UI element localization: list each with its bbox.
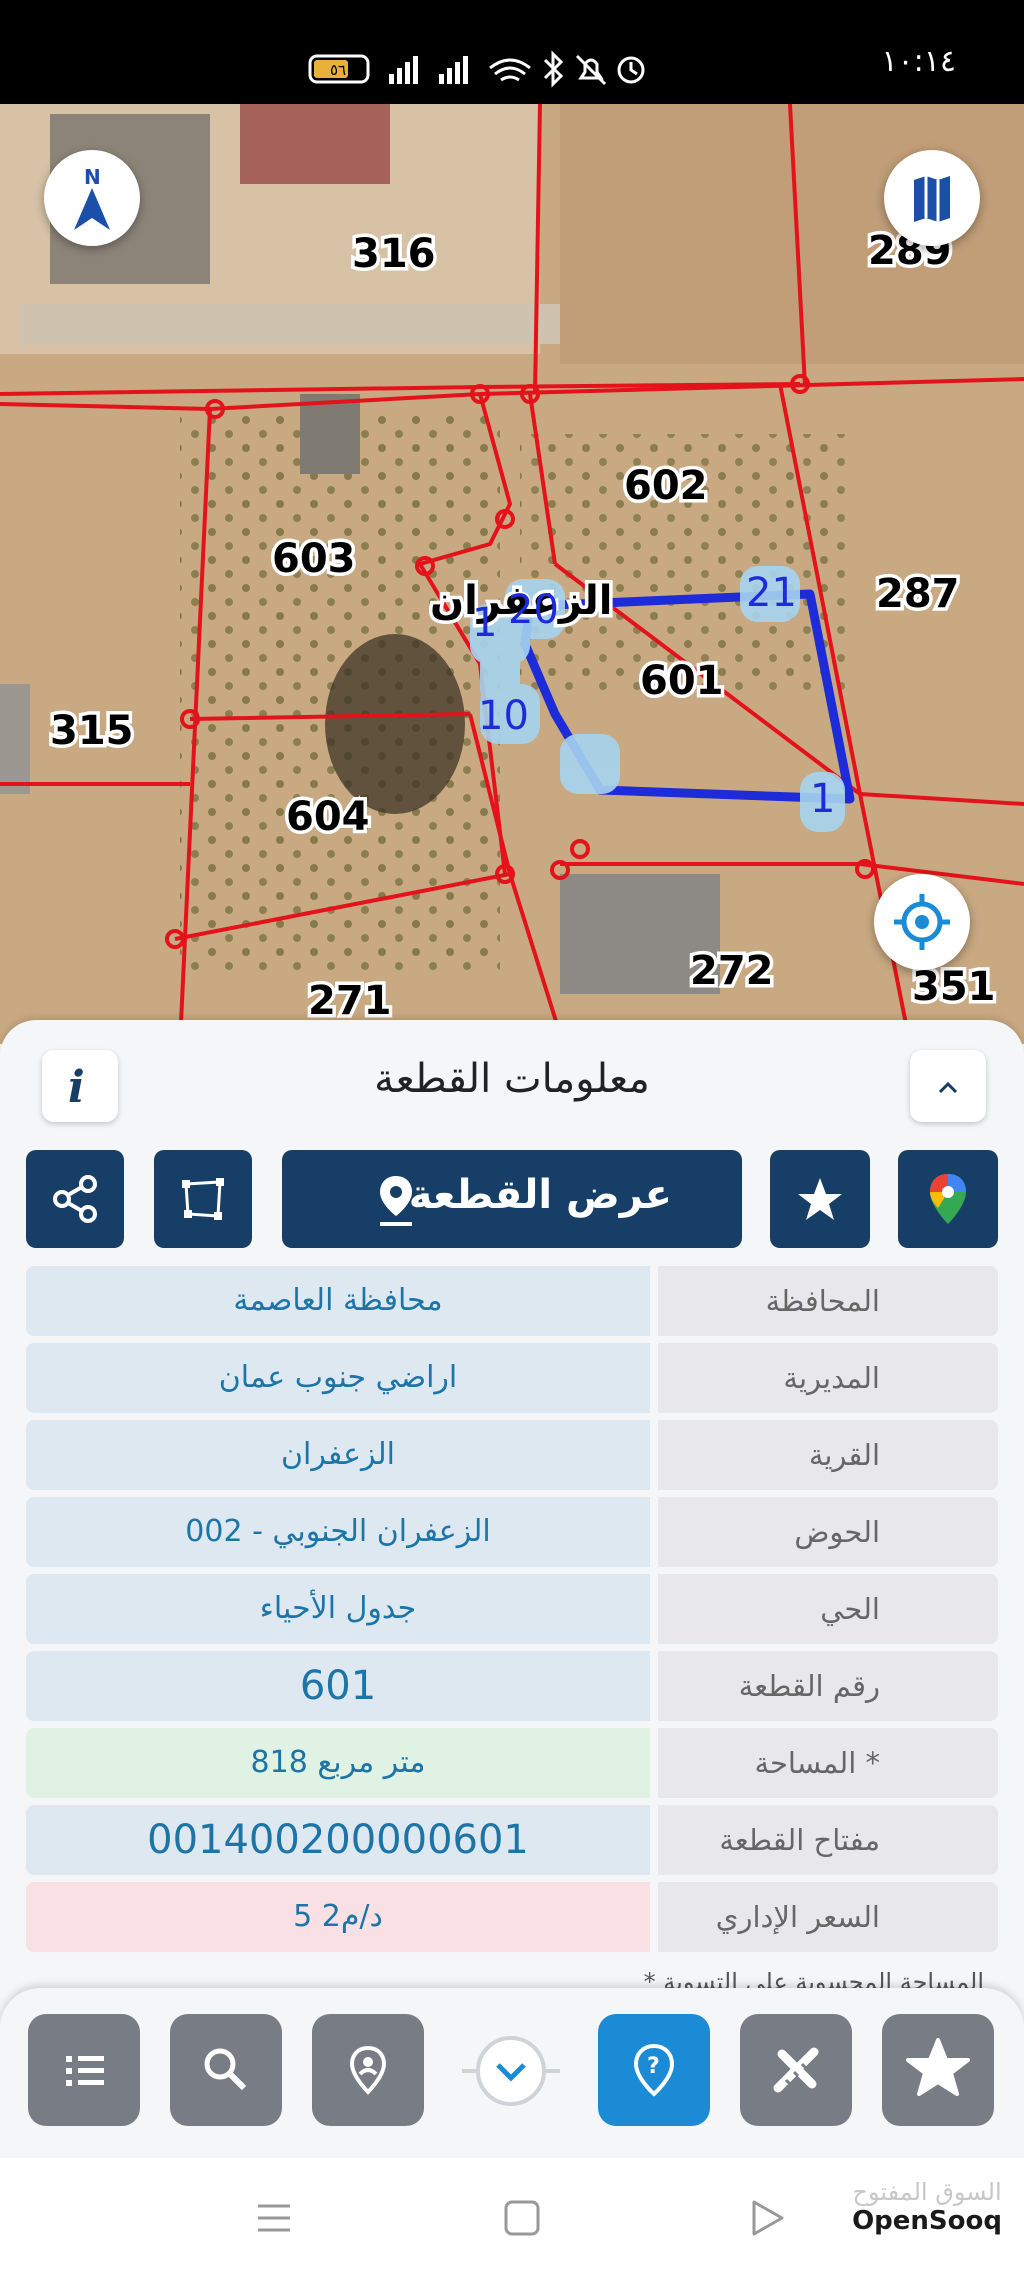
svg-text:601: 601 bbox=[640, 658, 724, 704]
village-label: القرية bbox=[658, 1420, 998, 1490]
svg-text:604: 604 bbox=[286, 794, 370, 840]
neighborhood-label: الحي bbox=[658, 1574, 998, 1644]
plot-number-value: 601 bbox=[26, 1651, 650, 1721]
info-row: جدول الأحياء الحي bbox=[26, 1574, 998, 1644]
watermark-latin: OpenSooq bbox=[852, 2206, 1002, 2236]
neighborhood-value: جدول الأحياء bbox=[26, 1574, 650, 1644]
expand-toggle-button[interactable] bbox=[462, 2032, 560, 2110]
svg-text:?: ? bbox=[647, 2054, 660, 2079]
bottom-toolbar: ? bbox=[0, 1988, 1024, 2158]
wifi-icon bbox=[489, 58, 531, 82]
plot-key-value: 001400200000601 bbox=[26, 1805, 650, 1875]
watermark-arabic: السوق المفتوح bbox=[852, 2178, 1002, 2206]
search-icon bbox=[204, 2048, 247, 2091]
measure-tools-button[interactable] bbox=[740, 2014, 852, 2126]
village-value: الزعفران bbox=[26, 1420, 650, 1490]
svg-text:20: 20 bbox=[508, 587, 559, 633]
help-location-button[interactable]: ? bbox=[598, 2014, 710, 2126]
svg-text:N: N bbox=[84, 165, 101, 189]
svg-text:272: 272 bbox=[690, 948, 774, 994]
map-layers-button[interactable] bbox=[884, 150, 980, 246]
menu-icon[interactable] bbox=[254, 2198, 294, 2238]
draw-polygon-button[interactable] bbox=[154, 1150, 252, 1248]
svg-text:603: 603 bbox=[272, 536, 356, 582]
svg-text:1: 1 bbox=[810, 776, 835, 822]
svg-text:287: 287 bbox=[876, 571, 960, 617]
chevron-up-icon bbox=[938, 1081, 958, 1094]
search-button[interactable] bbox=[170, 2014, 282, 2126]
show-plot-label: عرض القطعة bbox=[408, 1172, 672, 1218]
svg-text:1: 1 bbox=[472, 600, 497, 646]
info-row: 818 متر مربع المساحة * bbox=[26, 1728, 998, 1798]
info-row: 001400200000601 مفتاح القطعة bbox=[26, 1805, 998, 1875]
help-pin-icon: ? bbox=[633, 2043, 675, 2097]
battery-level: ٥٦ bbox=[330, 61, 346, 79]
svg-text:315: 315 bbox=[50, 708, 134, 754]
system-nav-bar: السوق المفتوح OpenSooq bbox=[0, 2158, 1024, 2276]
svg-text:10: 10 bbox=[478, 693, 529, 739]
tree-shadow bbox=[325, 634, 465, 814]
opensooq-watermark: السوق المفتوح OpenSooq bbox=[852, 2178, 1002, 2236]
governorate-value: محافظة العاصمة bbox=[26, 1266, 650, 1336]
info-row: اراضي جنوب عمان المديرية bbox=[26, 1343, 998, 1413]
back-icon[interactable] bbox=[748, 2198, 788, 2238]
show-plot-button[interactable]: عرض القطعة bbox=[282, 1150, 742, 1248]
share-icon bbox=[53, 1175, 97, 1223]
info-row: الزعفران الجنوبي - 002 الحوض bbox=[26, 1497, 998, 1567]
star-icon bbox=[798, 1178, 842, 1220]
directorate-label: المديرية bbox=[658, 1343, 998, 1413]
collapse-panel-button[interactable] bbox=[910, 1050, 986, 1122]
status-bar: ٥٦ ١٠:١٤ bbox=[0, 0, 1024, 104]
svg-text:316: 316 bbox=[352, 231, 436, 277]
panel-title: معلومات القطعة bbox=[374, 1056, 650, 1102]
chevron-down-icon bbox=[462, 2036, 560, 2106]
share-button[interactable] bbox=[26, 1150, 124, 1248]
area-value: 818 متر مربع bbox=[26, 1728, 650, 1798]
my-location-icon bbox=[894, 894, 950, 950]
my-location-button[interactable] bbox=[874, 874, 970, 970]
parcel-map[interactable]: 316 289 602 287 603 601 315 604 272 271 … bbox=[0, 104, 1024, 1044]
building bbox=[240, 104, 390, 184]
mute-icon bbox=[575, 54, 607, 86]
map-layers-icon bbox=[914, 176, 950, 222]
governorate-label: المحافظة bbox=[658, 1266, 998, 1336]
info-row: الزعفران القرية bbox=[26, 1420, 998, 1490]
svg-text:21: 21 bbox=[746, 570, 797, 616]
person-pin-icon bbox=[349, 2045, 387, 2095]
admin-price-label: السعر الإداري bbox=[658, 1882, 998, 1952]
star-icon bbox=[906, 2038, 970, 2096]
ruler-pencil-icon bbox=[773, 2047, 819, 2093]
signal-icon bbox=[389, 56, 418, 84]
list-button[interactable] bbox=[28, 2014, 140, 2126]
basin-value: الزعفران الجنوبي - 002 bbox=[26, 1497, 650, 1567]
bluetooth-icon bbox=[543, 50, 564, 88]
signal-2-icon bbox=[439, 56, 468, 84]
north-arrow-icon: N bbox=[74, 165, 110, 230]
area-label: المساحة * bbox=[658, 1728, 998, 1798]
clock: ١٠:١٤ bbox=[881, 44, 956, 79]
list-icon bbox=[66, 2056, 104, 2086]
basin-label: الحوض bbox=[658, 1497, 998, 1567]
favorites-button[interactable] bbox=[882, 2014, 994, 2126]
status-icons: ٥٦ bbox=[308, 50, 645, 88]
directorate-value: اراضي جنوب عمان bbox=[26, 1343, 650, 1413]
info-row: محافظة العاصمة المحافظة bbox=[26, 1266, 998, 1336]
info-row: 601 رقم القطعة bbox=[26, 1651, 998, 1721]
home-icon[interactable] bbox=[502, 2198, 542, 2238]
north-compass-button[interactable]: N bbox=[44, 150, 140, 246]
favorite-button[interactable] bbox=[770, 1150, 870, 1248]
plot-key-label: مفتاح القطعة bbox=[658, 1805, 998, 1875]
polygon-icon bbox=[182, 1178, 224, 1220]
google-maps-icon bbox=[930, 1174, 966, 1224]
road bbox=[20, 304, 560, 344]
svg-text:271: 271 bbox=[308, 978, 392, 1024]
svg-text:602: 602 bbox=[624, 463, 708, 509]
info-row: 5 د/م2 السعر الإداري bbox=[26, 1882, 998, 1952]
plot-number-label: رقم القطعة bbox=[658, 1651, 998, 1721]
admin-price-value: 5 د/م2 bbox=[26, 1882, 650, 1952]
svg-text:351: 351 bbox=[912, 964, 996, 1010]
location-search-button[interactable] bbox=[312, 2014, 424, 2126]
google-maps-button[interactable] bbox=[898, 1150, 998, 1248]
